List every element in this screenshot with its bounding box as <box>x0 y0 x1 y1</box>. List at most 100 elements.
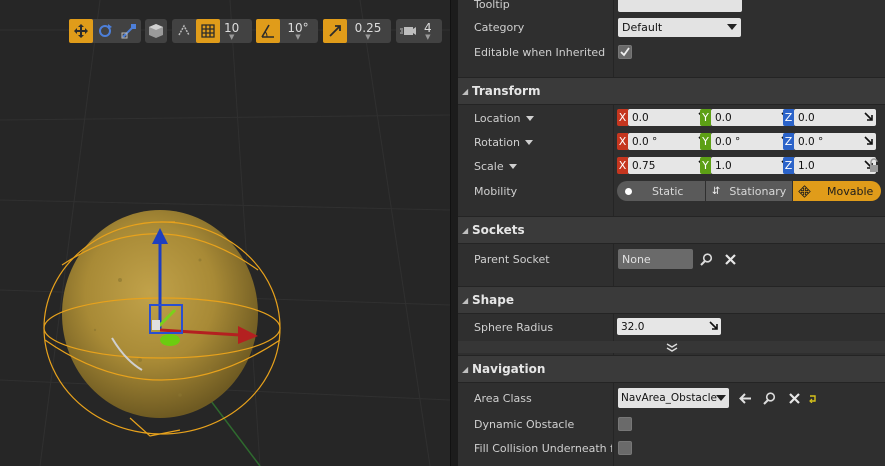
x-axis-badge: X <box>617 157 628 174</box>
location-label[interactable]: Location <box>474 112 534 125</box>
fill-collision-checkbox[interactable] <box>618 441 632 455</box>
rotation-x-input[interactable]: 0.0 ° <box>628 133 710 150</box>
advanced-properties-expander[interactable] <box>458 341 885 353</box>
rotation-z-input[interactable]: 0.0 ° <box>794 133 876 150</box>
location-y-value: 0.0 <box>715 111 732 124</box>
location-y-input[interactable]: 0.0 <box>711 109 793 126</box>
rotation-label[interactable]: Rotation <box>474 135 534 149</box>
grid-snap-toggle-button[interactable] <box>196 19 220 43</box>
z-axis-badge: Z <box>783 109 794 126</box>
lock-icon[interactable] <box>868 158 880 173</box>
collapse-arrow-icon: ◢ <box>462 225 469 235</box>
area-class-value: NavArea_Obstacle <box>621 392 718 404</box>
details-panel: Tooltip Category Default Editable when I… <box>458 0 885 466</box>
angle-icon <box>261 24 274 38</box>
rotation-y-input[interactable]: 0.0 ° <box>711 133 793 150</box>
editable-when-inherited-row: Editable when Inherited <box>458 42 885 62</box>
parent-socket-label: Parent Socket <box>474 252 550 266</box>
viewport-scene[interactable] <box>0 0 450 466</box>
transform-section-header[interactable]: ◢ Transform <box>458 77 885 105</box>
search-socket-button[interactable] <box>699 252 713 266</box>
panel-splitter[interactable] <box>450 0 458 466</box>
parent-socket-field[interactable]: None <box>618 249 693 269</box>
z-axis-badge: Z <box>783 157 794 174</box>
navigation-section-header[interactable]: ◢ Navigation <box>458 355 885 383</box>
scale-label-text: Scale <box>474 159 504 173</box>
clear-area-class-button[interactable] <box>787 391 801 405</box>
shape-section-header[interactable]: ◢ Shape <box>458 286 885 314</box>
rotation-label-text: Rotation <box>474 135 521 149</box>
tooltip-row: Tooltip <box>458 0 885 14</box>
scale-snap-toggle-button[interactable] <box>323 19 347 43</box>
chevron-down-icon <box>716 395 726 401</box>
world-local-toggle-button[interactable] <box>145 19 167 43</box>
area-class-row: Area Class NavArea_Obstacle <box>458 387 885 409</box>
grid-snap-value: 10 <box>224 20 240 35</box>
grid-snap-size-dropdown[interactable]: 10 ▼ <box>220 19 243 43</box>
sphere-radius-label: Sphere Radius <box>474 320 554 334</box>
mobility-label: Mobility <box>474 184 518 198</box>
sphere-radius-value: 32.0 <box>621 320 645 333</box>
drag-spinner-icon[interactable] <box>864 112 873 121</box>
drag-spinner-icon[interactable] <box>709 321 718 330</box>
parent-socket-value: None <box>622 252 651 266</box>
location-z-input[interactable]: 0.0 <box>794 109 876 126</box>
collapse-arrow-icon: ◢ <box>462 86 469 96</box>
y-axis-badge: Y <box>700 133 711 150</box>
rotate-tool-button[interactable] <box>93 19 117 43</box>
rotate-icon <box>99 24 112 37</box>
mobility-movable-button[interactable]: Movable <box>793 181 881 201</box>
y-axis-badge: Y <box>700 109 711 126</box>
move-arrows-icon <box>74 24 88 38</box>
scale-x-input[interactable]: 0.75 <box>628 157 710 174</box>
surface-snap-button[interactable] <box>172 19 196 43</box>
scale-snap-size-dropdown[interactable]: 0.25 ▼ <box>347 19 389 43</box>
coordinate-space-toolbar <box>145 19 167 43</box>
cube-icon <box>149 24 163 38</box>
scale-icon <box>121 24 136 39</box>
sphere-radius-input[interactable]: 32.0 <box>617 318 721 335</box>
drag-spinner-icon[interactable] <box>864 136 873 145</box>
category-label: Category <box>474 20 525 34</box>
scale-z-value: 1.0 <box>798 159 815 172</box>
tooltip-label: Tooltip <box>474 0 510 11</box>
camera-speed-dropdown[interactable]: 4 ▼ <box>420 19 436 43</box>
scale-z-input[interactable]: 1.0 <box>794 157 876 174</box>
use-selected-asset-button[interactable] <box>738 391 752 405</box>
sockets-section-header[interactable]: ◢ Sockets <box>458 216 885 244</box>
location-x-input[interactable]: 0.0 <box>628 109 710 126</box>
dynamic-obstacle-checkbox[interactable] <box>618 417 632 431</box>
location-row: Location X 0.0 Y 0.0 Z 0.0 <box>458 107 885 129</box>
area-class-dropdown[interactable]: NavArea_Obstacle <box>618 388 729 408</box>
scale-tool-button[interactable] <box>117 19 141 43</box>
rotation-snap-size-dropdown[interactable]: 10° ▼ <box>280 19 316 43</box>
clear-socket-button[interactable] <box>723 252 737 266</box>
fill-collision-row: Fill Collision Underneath for <box>458 437 885 459</box>
scale-y-input[interactable]: 1.0 <box>711 157 793 174</box>
editable-when-inherited-label: Editable when Inherited <box>474 45 606 59</box>
editable-when-inherited-checkbox[interactable] <box>618 45 632 59</box>
mobility-static-button[interactable]: Static <box>617 181 705 201</box>
transform-section-title: Transform <box>472 84 541 98</box>
tooltip-input[interactable] <box>618 0 742 12</box>
browse-asset-button[interactable] <box>762 391 776 405</box>
scale-label[interactable]: Scale <box>474 160 517 173</box>
search-icon <box>762 391 775 405</box>
mobility-stationary-button[interactable]: ⇵ Stationary <box>706 181 792 201</box>
static-bulb-icon <box>625 187 632 195</box>
reset-to-default-button[interactable] <box>807 391 817 405</box>
level-viewport[interactable]: 10 ▼ 10° ▼ 0.25 ▼ 4 ▼ <box>0 0 450 466</box>
rotation-y-value: 0.0 ° <box>715 135 741 148</box>
y-axis-badge: Y <box>700 157 711 174</box>
location-x-value: 0.0 <box>632 111 649 124</box>
collapse-arrow-icon: ◢ <box>462 364 469 374</box>
parent-socket-row: Parent Socket None <box>458 248 885 270</box>
rotation-row: Rotation X 0.0 ° Y 0.0 ° Z 0.0 ° <box>458 131 885 153</box>
chevron-down-icon: ▼ <box>295 32 301 41</box>
translate-tool-button[interactable] <box>69 19 93 43</box>
location-label-text: Location <box>474 111 521 125</box>
chevron-down-icon <box>508 164 517 169</box>
category-dropdown[interactable]: Default <box>618 18 741 37</box>
camera-speed-button[interactable] <box>396 19 420 43</box>
rotation-snap-toggle-button[interactable] <box>256 19 280 43</box>
